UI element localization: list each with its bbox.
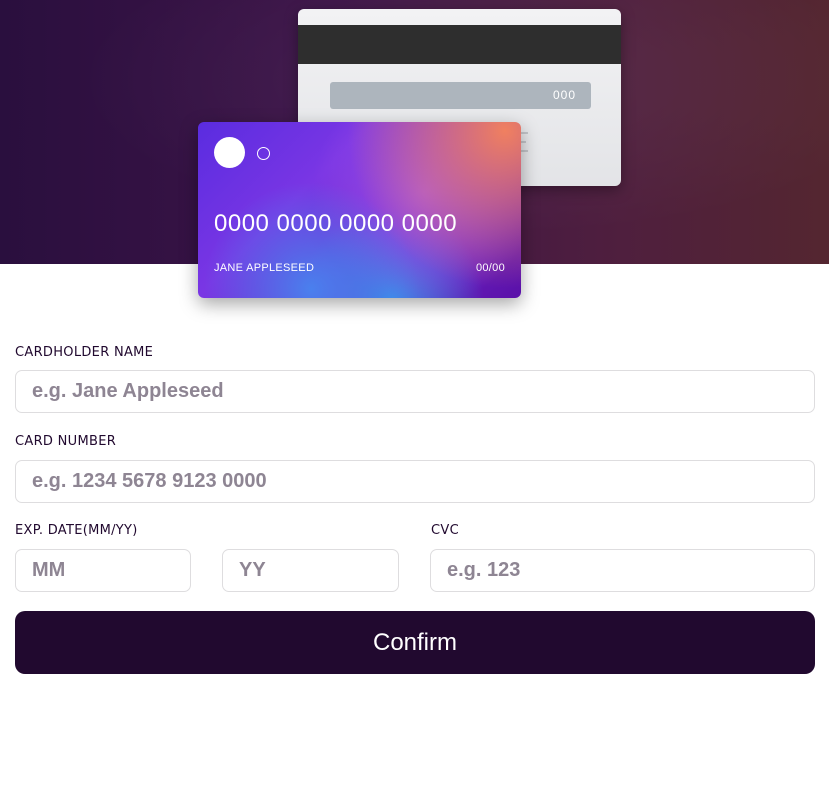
card-back-cvc: 000 bbox=[552, 88, 576, 102]
card-front-preview: 0000 0000 0000 0000 JANE APPLESEED 00/00 bbox=[198, 122, 521, 298]
confirm-button[interactable]: Confirm bbox=[15, 611, 815, 674]
exp-year-input[interactable] bbox=[222, 549, 399, 592]
card-front-expiry: 00/00 bbox=[475, 262, 505, 274]
card-back-decoration bbox=[520, 150, 528, 152]
card-number-input[interactable] bbox=[15, 460, 815, 503]
exp-month-input[interactable] bbox=[15, 549, 191, 592]
card-number-label: CARD NUMBER bbox=[15, 434, 117, 449]
card-front-name: JANE APPLESEED bbox=[214, 262, 315, 274]
cvc-input[interactable] bbox=[430, 549, 815, 592]
card-back-decoration bbox=[520, 132, 528, 134]
card-logo-filled-circle-icon bbox=[214, 137, 245, 168]
cvc-label: CVC bbox=[431, 523, 459, 538]
magnetic-stripe bbox=[298, 25, 621, 64]
card-logo-outline-circle-icon bbox=[257, 147, 270, 160]
exp-date-label: EXP. DATE(MM/YY) bbox=[15, 523, 138, 538]
cardholder-name-label: CARDHOLDER NAME bbox=[15, 345, 154, 360]
card-front-number: 0000 0000 0000 0000 bbox=[214, 210, 458, 237]
cardholder-name-input[interactable] bbox=[15, 370, 815, 413]
cvc-band: 000 bbox=[330, 82, 591, 109]
